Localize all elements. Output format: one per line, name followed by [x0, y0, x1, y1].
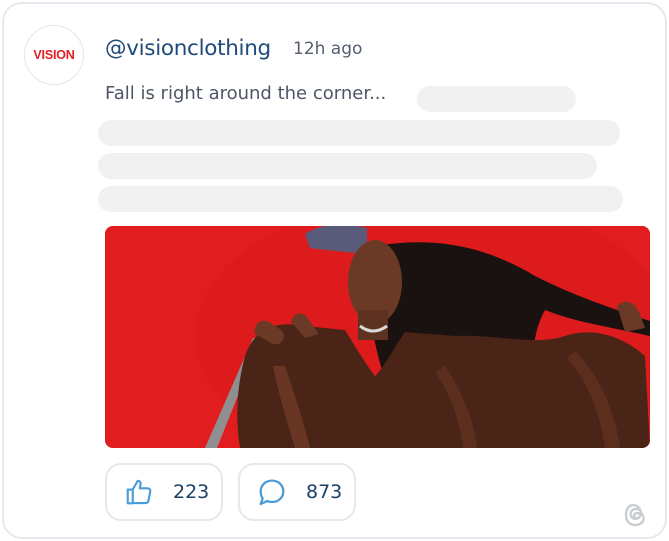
like-button[interactable]: 223	[105, 463, 223, 521]
avatar[interactable]: VISION	[24, 25, 84, 85]
post-card: VISION @visionclothing 12h ago Fall is r…	[2, 2, 667, 539]
comment-button[interactable]: 873	[238, 463, 356, 521]
username-link[interactable]: @visionclothing	[105, 36, 271, 61]
brand-logo: VISION	[33, 48, 75, 62]
text-placeholder-bar	[98, 153, 597, 179]
chat-bubble-icon	[256, 476, 288, 508]
post-text: Fall is right around the corner...	[105, 83, 387, 104]
text-placeholder-bar	[98, 186, 623, 212]
comments-count: 873	[306, 481, 343, 503]
likes-count: 223	[173, 481, 210, 503]
post-image[interactable]	[105, 226, 650, 448]
thumbs-up-icon	[123, 476, 155, 508]
threads-icon[interactable]	[621, 500, 651, 530]
text-placeholder-bar	[417, 86, 576, 112]
post-timestamp: 12h ago	[293, 39, 363, 59]
text-placeholder-bar	[98, 120, 620, 146]
post-image-illustration	[105, 226, 650, 448]
